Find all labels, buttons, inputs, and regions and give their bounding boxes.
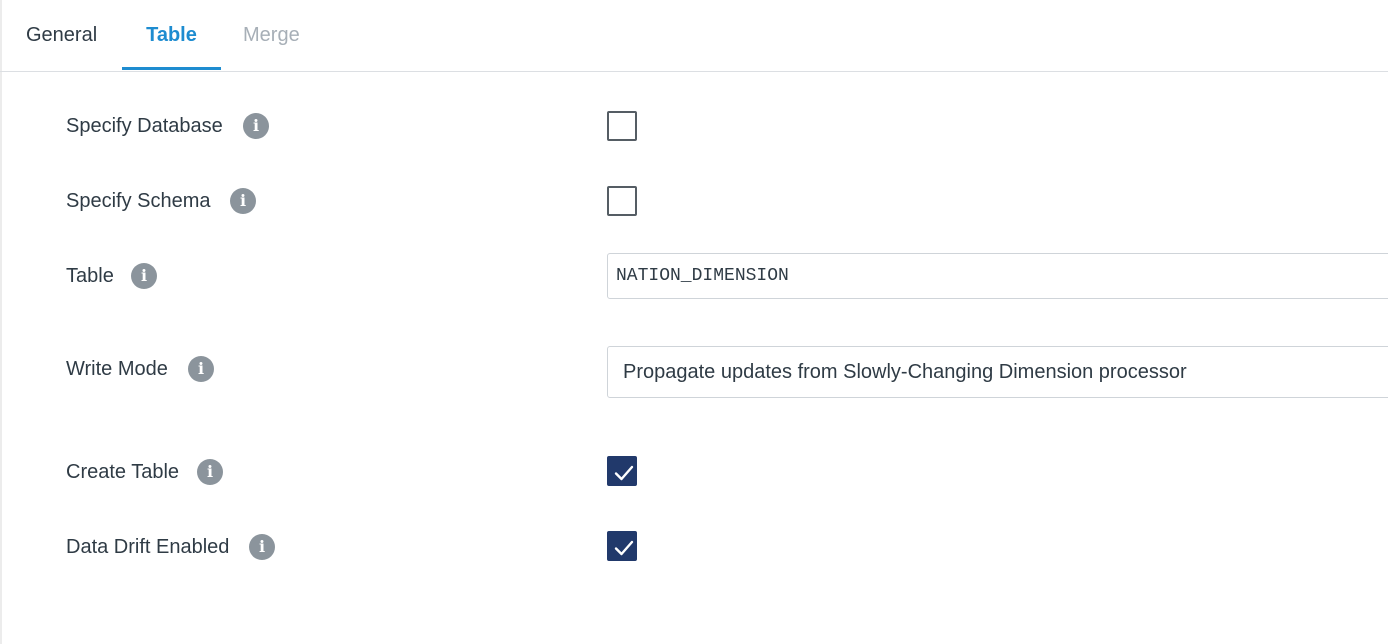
tab-table[interactable]: Table: [122, 0, 221, 70]
tab-merge[interactable]: Merge: [243, 0, 300, 70]
checkmark-icon: [614, 465, 634, 481]
write-mode-label: Write Mode: [66, 358, 168, 380]
tab-bar: General Table Merge: [0, 0, 1388, 72]
info-icon[interactable]: i: [243, 113, 269, 139]
specify-schema-label: Specify Schema: [66, 190, 211, 212]
write-mode-select[interactable]: Propagate updates from Slowly-Changing D…: [607, 346, 1388, 398]
active-tab-indicator: [122, 67, 221, 70]
specify-database-checkbox[interactable]: [607, 111, 637, 141]
data-drift-enabled-label: Data Drift Enabled: [66, 536, 230, 558]
checkmark-icon: [614, 540, 634, 556]
info-icon[interactable]: i: [131, 263, 157, 289]
table-input[interactable]: NATION_DIMENSION: [607, 253, 1388, 299]
left-panel-border: [0, 0, 2, 644]
specify-database-label: Specify Database: [66, 115, 223, 137]
info-icon[interactable]: i: [249, 534, 275, 560]
create-table-label: Create Table: [66, 461, 180, 483]
info-icon[interactable]: i: [230, 188, 256, 214]
info-icon[interactable]: i: [197, 459, 223, 485]
data-drift-enabled-checkbox[interactable]: [607, 531, 637, 561]
info-icon[interactable]: i: [188, 356, 214, 382]
create-table-checkbox[interactable]: [607, 456, 637, 486]
tab-general[interactable]: General: [26, 0, 97, 70]
specify-schema-checkbox[interactable]: [607, 186, 637, 216]
table-label: Table: [66, 265, 114, 287]
